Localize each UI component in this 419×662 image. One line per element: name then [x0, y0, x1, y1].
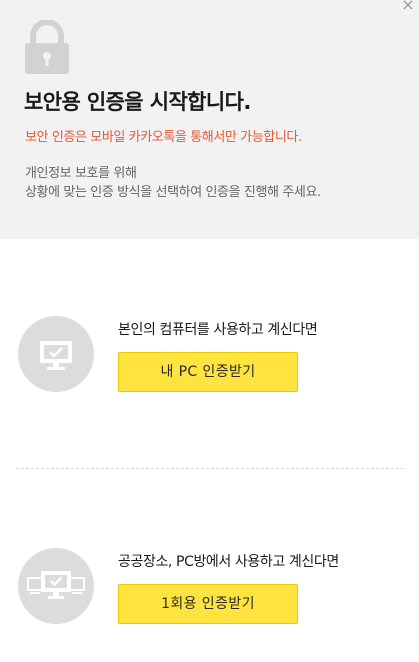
divider — [16, 468, 404, 469]
description-line: 상황에 맞는 인증 방식을 선택하여 인증을 진행해 주세요. — [25, 185, 321, 200]
shared-monitors-icon — [18, 548, 94, 624]
close-icon[interactable]: × — [399, 0, 417, 14]
header-panel: × 보안용 인증을 시작합니다. 보안 인증은 모바일 카카오톡을 통해서만 가… — [0, 0, 419, 239]
my-pc-auth-button[interactable]: 내 PC 인증받기 — [118, 352, 298, 392]
warning-text: 보안 인증은 모바일 카카오톡을 통해서만 가능합니다. — [25, 130, 302, 145]
page-title: 보안용 인증을 시작합니다. — [24, 90, 251, 114]
lock-icon — [25, 20, 69, 74]
one-time-auth-button[interactable]: 1회용 인증받기 — [118, 584, 298, 624]
description-line: 개인정보 보호를 위해 — [25, 166, 137, 181]
option-one-time-label: 공공장소, PC방에서 사용하고 계신다면 — [118, 554, 339, 570]
description: 개인정보 보호를 위해 상황에 맞는 인증 방식을 선택하여 인증을 진행해 주… — [25, 164, 321, 202]
monitor-check-icon — [18, 316, 94, 392]
option-my-pc-label: 본인의 컴퓨터를 사용하고 계신다면 — [118, 322, 318, 338]
